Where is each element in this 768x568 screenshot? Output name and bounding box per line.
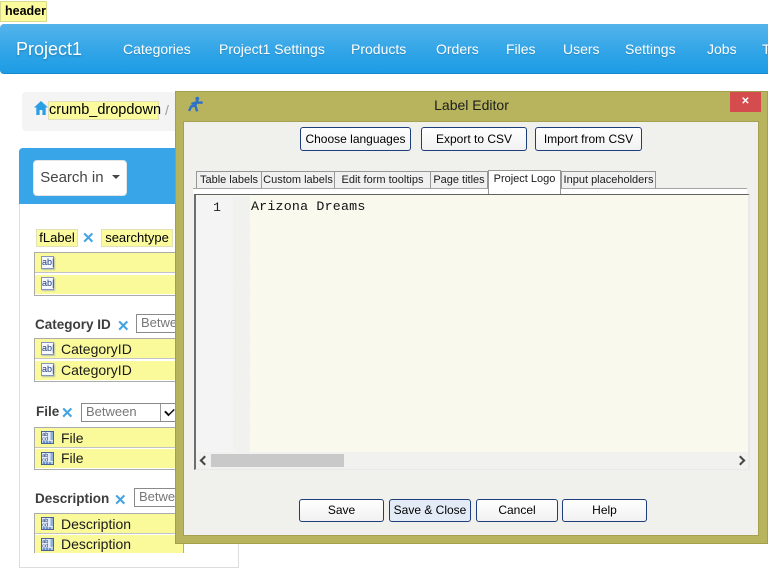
svg-text:cd: cd: [42, 523, 48, 529]
svg-text:cd: cd: [42, 458, 48, 464]
svg-text:cd: cd: [42, 544, 48, 550]
svg-text:cd: cd: [42, 437, 48, 443]
